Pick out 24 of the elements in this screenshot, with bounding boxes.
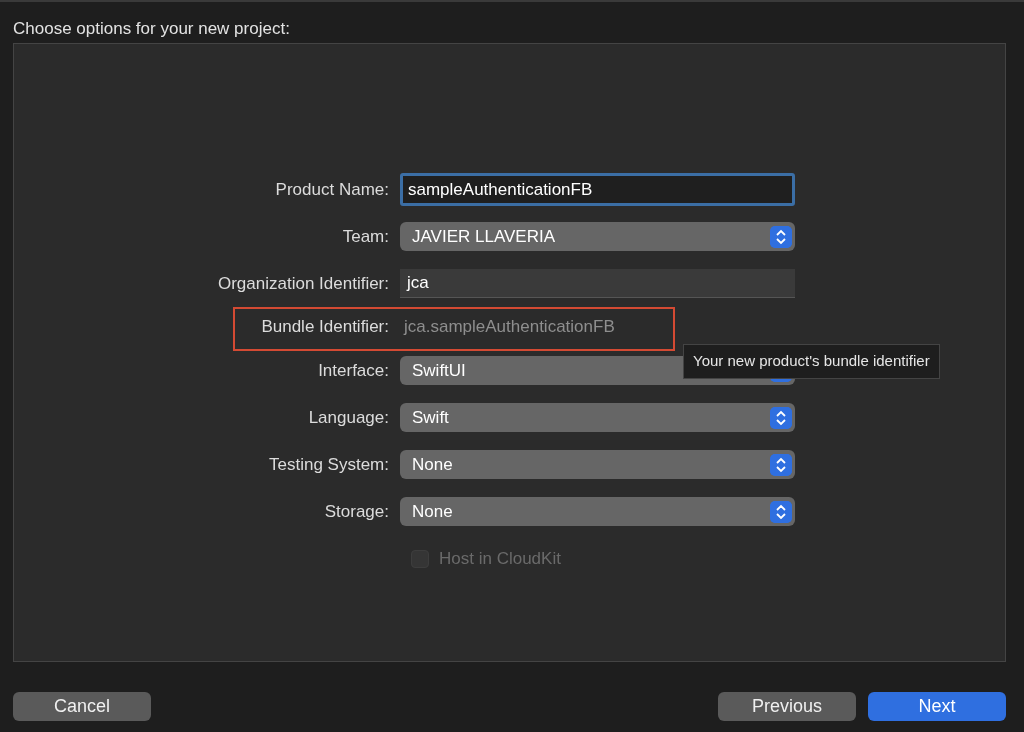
checkbox-label: Host in CloudKit — [439, 547, 561, 570]
text-field[interactable]: jca — [400, 269, 795, 298]
dialog-heading: Choose options for your new project: — [13, 19, 290, 38]
field-label: Product Name: — [274, 178, 390, 201]
popup-button[interactable]: None — [400, 497, 795, 526]
field-label: Organization Identifier: — [216, 272, 390, 295]
stepper-icon — [770, 225, 792, 248]
field-label: Testing System: — [268, 453, 390, 476]
popup-button[interactable]: JAVIER LLAVERIA — [400, 222, 795, 251]
stepper-icon — [770, 453, 792, 476]
field-label: Team: — [341, 225, 390, 248]
field-label: Bundle Identifier: — [260, 316, 390, 339]
text-field[interactable]: sampleAuthenticationFB — [400, 173, 795, 206]
field-label: Interface: — [317, 359, 390, 382]
field-label: Language: — [307, 406, 390, 429]
bundle-identifier-value: jca.sampleAuthenticationFB — [402, 316, 616, 339]
dialog-button[interactable]: Cancel — [13, 692, 151, 721]
popup-button[interactable]: Swift — [400, 403, 795, 432]
stepper-icon — [770, 500, 792, 523]
stepper-icon — [770, 406, 792, 429]
dialog-button[interactable]: Previous — [718, 692, 856, 721]
popup-button[interactable]: None — [400, 450, 795, 479]
field-label: Storage: — [323, 500, 390, 523]
dialog-button[interactable]: Next — [868, 692, 1006, 721]
